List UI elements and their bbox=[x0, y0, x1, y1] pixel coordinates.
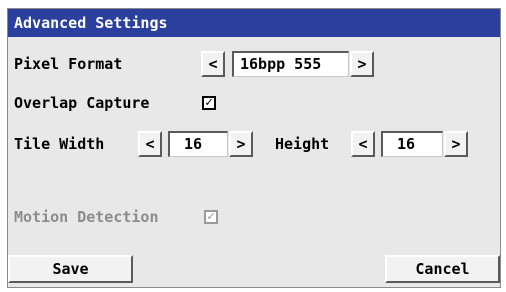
tile-height-value: 16 bbox=[381, 131, 443, 157]
overlap-capture-checkbox[interactable]: ✓ bbox=[202, 96, 216, 110]
tile-width-prev-button[interactable]: < bbox=[138, 131, 162, 157]
tile-height-prev-button[interactable]: < bbox=[351, 131, 375, 157]
tile-width-next-button[interactable]: > bbox=[229, 131, 253, 157]
tile-height-label: Height bbox=[275, 135, 330, 153]
pixel-format-prev-button[interactable]: < bbox=[201, 51, 225, 77]
tile-width-label: Tile Width bbox=[14, 135, 105, 153]
save-button[interactable]: Save bbox=[8, 255, 133, 283]
pixel-format-next-button[interactable]: > bbox=[350, 51, 374, 77]
motion-detection-checkbox: ✓ bbox=[204, 210, 218, 224]
tile-width-value: 16 bbox=[168, 131, 228, 157]
tile-height-next-button[interactable]: > bbox=[444, 131, 468, 157]
dialog-title: Advanced Settings bbox=[8, 9, 500, 37]
pixel-format-value: 16bpp 555 bbox=[232, 51, 349, 77]
pixel-format-label: Pixel Format bbox=[14, 55, 123, 73]
advanced-settings-dialog: Advanced Settings Pixel Format < 16bpp 5… bbox=[7, 8, 501, 288]
overlap-capture-label: Overlap Capture bbox=[14, 94, 150, 112]
motion-detection-label: Motion Detection bbox=[14, 208, 159, 226]
cancel-button[interactable]: Cancel bbox=[385, 255, 500, 283]
